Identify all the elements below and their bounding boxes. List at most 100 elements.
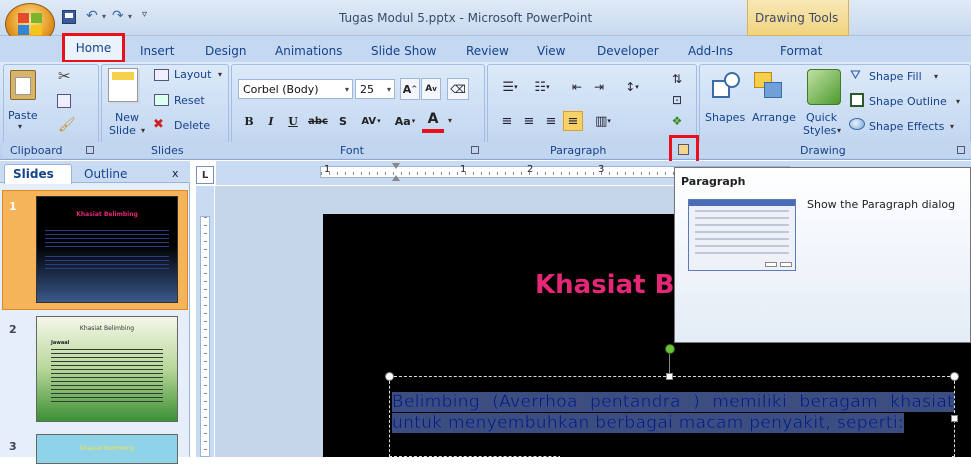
decrease-indent-icon[interactable]: ⇤ — [567, 77, 587, 97]
drawing-launcher-icon[interactable] — [957, 146, 965, 154]
align-left-icon[interactable]: ≡ — [497, 111, 517, 131]
text-direction-icon[interactable]: ⇅ — [664, 70, 690, 88]
smartart-icon[interactable]: ❖ — [664, 112, 690, 130]
tab-slide-show[interactable]: Slide Show — [371, 44, 436, 58]
underline-button[interactable]: U — [284, 111, 302, 131]
cut-icon[interactable]: ✂ — [58, 67, 71, 85]
thumb-1[interactable]: Khasiat Belimbing — [36, 196, 178, 303]
thumb-2[interactable]: Khasiat Belimbing Jawaal — [36, 316, 178, 422]
redo-dropdown-icon[interactable]: ▾ — [128, 12, 132, 21]
tab-developer[interactable]: Developer — [597, 44, 659, 58]
chevron-down-icon: ▾ — [411, 117, 416, 125]
font-name-select[interactable]: Corbel (Body) ▾ — [238, 79, 353, 99]
tab-slides[interactable]: Slides — [4, 164, 72, 184]
new-slide-dropdown-icon[interactable]: ▾ — [141, 126, 145, 135]
new-slide-label-2[interactable]: Slide — [109, 124, 136, 137]
arrange-icon[interactable] — [752, 70, 788, 104]
line-spacing-icon[interactable]: ↕ ▾ — [617, 77, 647, 97]
quick-styles-dropdown-icon[interactable]: ▾ — [837, 126, 841, 135]
undo-dropdown-icon[interactable]: ▾ — [102, 12, 106, 21]
paste-dropdown-icon[interactable]: ▾ — [18, 122, 22, 131]
arrange-button[interactable]: Arrange — [752, 111, 796, 124]
paragraph-launcher-icon[interactable] — [678, 144, 689, 155]
redo-icon[interactable]: ↷ — [112, 8, 124, 24]
tab-review[interactable]: Review — [466, 44, 509, 58]
thumb-3-title: Khasiat Belimbing — [79, 445, 135, 452]
resize-handle-top-right[interactable] — [950, 372, 959, 381]
customize-qat-icon[interactable]: ▿ — [142, 9, 147, 20]
tab-design[interactable]: Design — [205, 44, 246, 58]
grow-font-button[interactable]: A ^ — [400, 78, 420, 100]
window-title: Tugas Modul 5.pptx - Microsoft PowerPoin… — [339, 11, 593, 25]
resize-handle-top-left[interactable] — [385, 372, 394, 381]
justify-icon[interactable]: ≡ — [563, 111, 583, 131]
bold-button[interactable]: B — [240, 111, 258, 131]
shapes-icon[interactable] — [708, 70, 744, 106]
font-launcher-icon[interactable] — [471, 146, 479, 154]
change-case-button[interactable]: Aa ▾ — [390, 111, 420, 131]
shrink-font-button[interactable]: Av — [421, 78, 441, 100]
tab-add-ins[interactable]: Add-Ins — [688, 44, 733, 58]
shape-fill-button[interactable]: Shape Fill — [869, 70, 922, 83]
quick-styles-label-2[interactable]: Styles — [803, 124, 836, 137]
columns-icon[interactable]: ▥ ▾ — [588, 111, 618, 131]
new-slide-label-1[interactable]: New — [115, 111, 139, 124]
font-color-button[interactable]: A — [422, 109, 444, 133]
quick-styles-icon[interactable] — [807, 69, 841, 105]
shadow-button[interactable]: S — [334, 111, 352, 131]
shape-effects-button[interactable]: Shape Effects — [869, 120, 944, 133]
resize-handle-top[interactable] — [666, 373, 673, 380]
shape-outline-button[interactable]: Shape Outline — [869, 95, 947, 108]
slide-body-text[interactable]: Belimbing (Averrhoa pentandra ) memiliki… — [392, 392, 954, 434]
quick-styles-label-1[interactable]: Quick — [806, 111, 837, 124]
shapes-button[interactable]: Shapes — [705, 111, 745, 124]
tab-animations[interactable]: Animations — [275, 44, 342, 58]
shape-fill-icon: ⛛ — [850, 68, 861, 83]
numbering-icon[interactable]: ☷ ▾ — [527, 77, 557, 97]
tab-insert[interactable]: Insert — [140, 44, 174, 58]
font-color-dropdown-icon[interactable]: ▾ — [448, 116, 452, 125]
align-right-icon[interactable]: ≡ — [541, 111, 561, 131]
paste-label[interactable]: Paste — [8, 109, 38, 122]
italic-button[interactable]: I — [262, 111, 280, 131]
indent-marker-icon[interactable] — [392, 163, 400, 169]
strikethrough-button[interactable]: abc — [306, 111, 330, 131]
thumb-3[interactable]: Khasiat Belimbing — [36, 434, 178, 464]
ruler-number: 1 — [460, 164, 467, 175]
change-case-label: Aa — [394, 114, 411, 128]
undo-icon[interactable]: ↶ — [86, 8, 98, 24]
increase-indent-icon[interactable]: ⇥ — [589, 77, 609, 97]
reset-button[interactable]: Reset — [174, 94, 205, 107]
format-painter-icon[interactable]: 🖌 — [58, 117, 76, 133]
new-slide-icon[interactable] — [108, 68, 138, 102]
slide-title[interactable]: Khasiat Be — [535, 270, 692, 300]
rotation-handle[interactable] — [665, 344, 675, 354]
shape-effects-dropdown-icon[interactable]: ▾ — [950, 122, 954, 131]
layout-button[interactable]: Layout — [174, 68, 211, 81]
shape-outline-dropdown-icon[interactable]: ▾ — [956, 97, 960, 106]
tab-format[interactable]: Format — [780, 44, 822, 58]
char-spacing-label: AV — [361, 115, 377, 127]
bullets-icon[interactable]: ☰ ▾ — [495, 77, 525, 97]
clipboard-launcher-icon[interactable] — [86, 146, 94, 154]
close-panel-icon[interactable]: x — [172, 167, 179, 180]
tab-home-label: Home — [75, 41, 112, 55]
copy-icon[interactable] — [57, 94, 71, 108]
shape-fill-dropdown-icon[interactable]: ▾ — [934, 72, 938, 81]
font-size-select[interactable]: 25 ▾ — [355, 79, 395, 99]
tab-home[interactable]: Home — [62, 33, 125, 63]
font-name-value: Corbel (Body) — [243, 82, 319, 96]
layout-dropdown-icon[interactable]: ▾ — [218, 70, 222, 79]
save-icon[interactable] — [62, 10, 76, 24]
hanging-indent-marker-icon[interactable] — [392, 175, 400, 181]
ruler-number: 1 — [324, 164, 331, 175]
delete-button[interactable]: Delete — [174, 119, 210, 132]
align-center-icon[interactable]: ≡ — [519, 111, 539, 131]
clear-formatting-icon[interactable]: ⌫ — [447, 78, 469, 100]
ruler-corner[interactable]: L — [196, 166, 214, 184]
char-spacing-button[interactable]: AV ▾ — [356, 111, 386, 131]
tab-view[interactable]: View — [537, 44, 565, 58]
tab-outline[interactable]: Outline — [76, 165, 144, 183]
align-text-icon[interactable]: ⊡ — [664, 91, 690, 109]
paste-icon[interactable] — [10, 70, 36, 100]
